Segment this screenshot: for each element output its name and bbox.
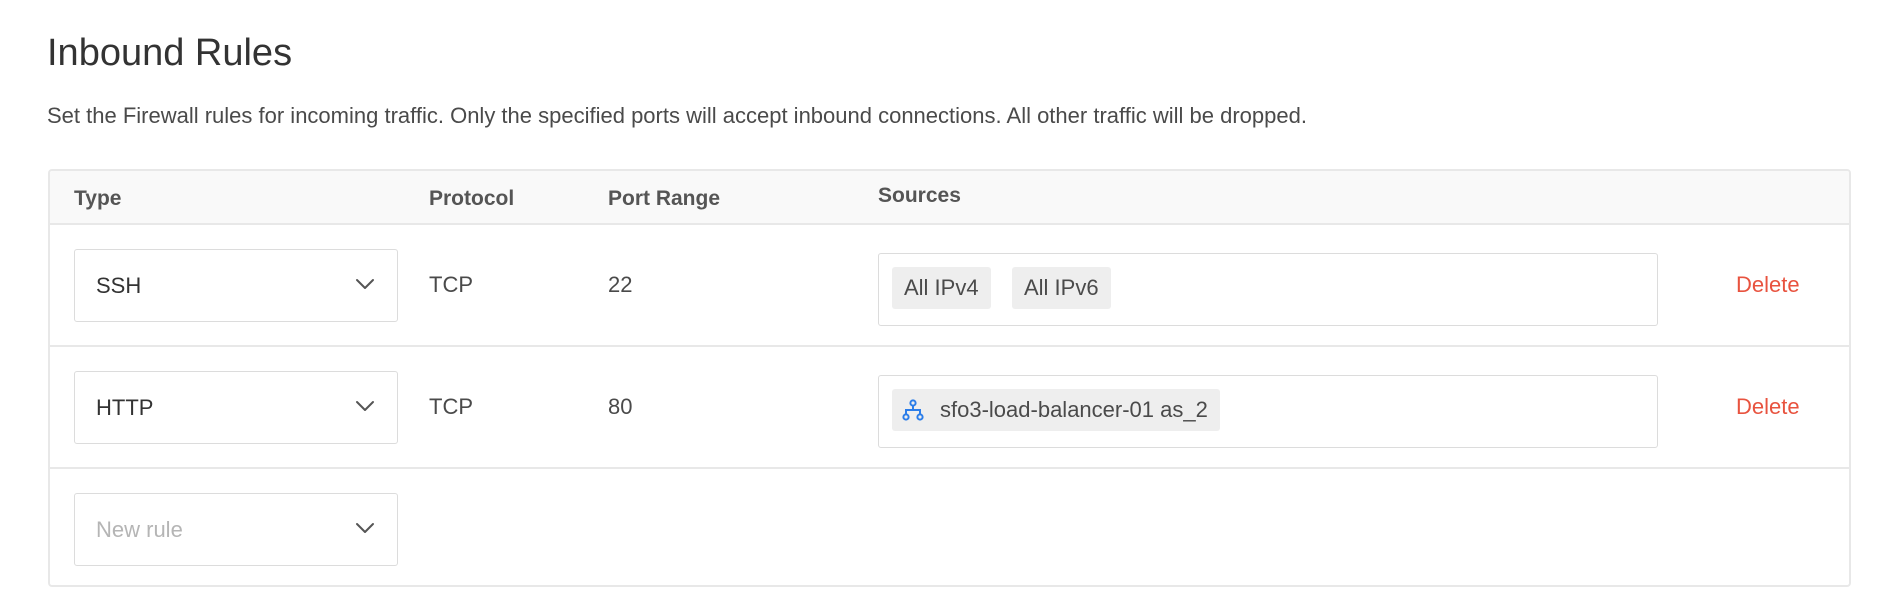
table-row: SSH TCP 22 All IPv4 All IPv6 Delete bbox=[50, 225, 1849, 347]
rule-protocol: TCP bbox=[429, 272, 473, 297]
source-tag-ipv6[interactable]: All IPv6 bbox=[1012, 267, 1111, 309]
source-tag-label: sfo3-load-balancer-01 as_2 bbox=[940, 397, 1208, 422]
load-balancer-icon bbox=[902, 399, 924, 421]
rule-type-select[interactable]: SSH bbox=[74, 249, 398, 322]
source-tag-load-balancer[interactable]: sfo3-load-balancer-01 as_2 bbox=[892, 389, 1220, 431]
table-header: Type Protocol Port Range Sources bbox=[50, 171, 1849, 225]
column-header-protocol: Protocol bbox=[429, 187, 515, 210]
new-rule-row: New rule bbox=[50, 469, 1849, 585]
delete-rule-button[interactable]: Delete bbox=[1736, 394, 1800, 420]
delete-rule-button[interactable]: Delete bbox=[1736, 272, 1800, 298]
rule-protocol: TCP bbox=[429, 394, 473, 419]
sources-input[interactable]: All IPv4 All IPv6 bbox=[878, 253, 1658, 326]
rule-type-select[interactable]: HTTP bbox=[74, 371, 398, 444]
source-tag-ipv4[interactable]: All IPv4 bbox=[892, 267, 991, 309]
table-row: HTTP TCP 80 sfo3-load-balancer-01 as_2 D… bbox=[50, 347, 1849, 469]
chevron-down-icon bbox=[356, 401, 374, 411]
sources-input[interactable]: sfo3-load-balancer-01 as_2 bbox=[878, 375, 1658, 448]
chevron-down-icon bbox=[356, 523, 374, 533]
new-rule-select[interactable]: New rule bbox=[74, 493, 398, 566]
inbound-rules-table: Type Protocol Port Range Sources SSH TCP… bbox=[48, 169, 1851, 587]
column-header-port-range: Port Range bbox=[608, 187, 721, 210]
rule-type-value: HTTP bbox=[96, 395, 154, 420]
section-description: Set the Firewall rules for incoming traf… bbox=[47, 103, 1307, 128]
column-header-sources: Sources bbox=[878, 184, 961, 207]
rule-port-range: 80 bbox=[608, 394, 633, 419]
rule-type-value: SSH bbox=[96, 273, 142, 298]
new-rule-placeholder: New rule bbox=[96, 517, 183, 542]
chevron-down-icon bbox=[356, 279, 374, 289]
page-title: Inbound Rules bbox=[47, 32, 293, 74]
column-header-type: Type bbox=[74, 187, 122, 210]
rule-port-range: 22 bbox=[608, 272, 633, 297]
